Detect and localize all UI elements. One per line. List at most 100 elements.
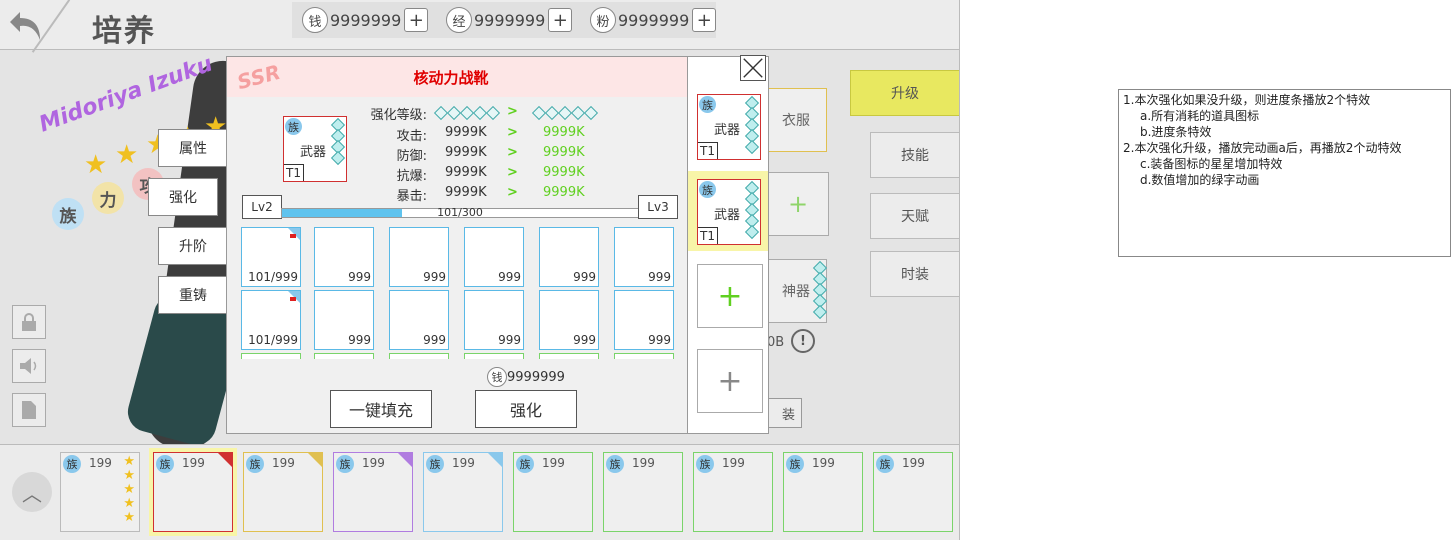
add-fans-button[interactable]: + [692, 8, 717, 32]
material-count: 999 [498, 333, 521, 347]
material-count: 999 [648, 270, 671, 284]
material-item[interactable]: 999 [539, 227, 599, 287]
exp-value: 9999999 [474, 10, 546, 30]
material-item[interactable]: 101/999 [241, 290, 301, 350]
equip-icon-large: 族 武器 T1 [283, 116, 347, 182]
item-name: 核动力战靴 [413, 69, 489, 87]
add-equip-button[interactable]: + [697, 264, 763, 328]
menu-advance-button[interactable]: 升阶 [158, 227, 228, 265]
equip-tier: T1 [698, 227, 718, 244]
material-item[interactable]: 999 [464, 290, 524, 350]
character-card[interactable]: 族 199 [333, 452, 413, 532]
material-item[interactable]: 999 [614, 227, 674, 287]
material-item[interactable]: 999 [614, 290, 674, 350]
card-level: 199 [902, 456, 925, 470]
material-grid[interactable]: 101/999 999 999 999 999 999 101/999 999 999 999 99… [241, 227, 675, 359]
menu-attributes-button[interactable]: 属性 [158, 129, 228, 167]
character-card[interactable]: 族 199 ★ ★ ★ ★ ★ [60, 452, 140, 532]
document-icon[interactable] [12, 393, 46, 427]
rarity-corner [488, 453, 502, 467]
material-item-empty[interactable] [464, 353, 524, 359]
stat-defense-current: 9999K [445, 145, 487, 160]
currency-money: 钱 9999999 + [302, 7, 429, 33]
material-item-empty[interactable] [314, 353, 374, 359]
character-card[interactable]: 族 199 [243, 452, 323, 532]
character-card[interactable]: 族 199 [603, 452, 683, 532]
note-line: b.进度条特效 [1140, 125, 1212, 139]
side-equip-2[interactable]: 族 武器 T1 [697, 179, 761, 245]
material-item[interactable]: 999 [389, 227, 449, 287]
material-count: 999 [423, 333, 446, 347]
tab-costume[interactable]: 时装 [870, 251, 959, 297]
note-line: a.所有消耗的道具图标 [1140, 109, 1260, 123]
attr-clan-badge: 族 [52, 198, 84, 230]
menu-enhance-button[interactable]: 强化 [148, 178, 218, 216]
tab-skills[interactable]: 技能 [870, 132, 959, 178]
material-count: 999 [348, 270, 371, 284]
close-icon[interactable] [740, 55, 766, 81]
note-line: c.装备图标的星星增加特效 [1140, 157, 1283, 171]
note-line: 1.本次强化如果没升级，则进度条播放2个特效 [1123, 93, 1371, 107]
clan-tag: 族 [426, 455, 444, 473]
material-item[interactable]: 999 [314, 290, 374, 350]
enhance-button[interactable]: 强化 [475, 390, 577, 428]
character-card[interactable]: 族 199 [513, 452, 593, 532]
equip-stars [744, 180, 760, 240]
card-level: 199 [89, 456, 112, 470]
stat-crit-current: 9999K [445, 185, 487, 200]
stat-label-crit: 暴击: [396, 189, 427, 204]
enhance-cost-value: 9999999 [507, 369, 565, 385]
stat-label-attack: 攻击: [396, 129, 427, 144]
material-count: 999 [498, 270, 521, 284]
add-slot-button[interactable]: + [767, 172, 829, 236]
material-item-empty[interactable] [389, 353, 449, 359]
fans-icon: 粉 [590, 7, 616, 33]
material-count: 101/999 [248, 270, 298, 284]
lock-icon[interactable] [12, 305, 46, 339]
material-item[interactable]: 101/999 [241, 227, 301, 287]
rarity-corner [308, 453, 322, 467]
character-card[interactable]: 族 199 [423, 452, 503, 532]
design-notes: 1.本次强化如果没升级，则进度条播放2个特效 a.所有消耗的道具图标 b.进度条特效… [1118, 89, 1451, 257]
clan-tag: 族 [516, 455, 534, 473]
material-item-empty[interactable] [614, 353, 674, 359]
tab-talent[interactable]: 天赋 [870, 193, 959, 239]
menu-reforge-button[interactable]: 重铸 [158, 276, 228, 314]
add-exp-button[interactable]: + [548, 8, 573, 32]
stat-label-level: 强化等级: [370, 108, 427, 123]
character-card[interactable]: 族 199 [153, 452, 233, 532]
add-money-button[interactable]: + [404, 8, 429, 32]
star-icon: ★ [123, 496, 135, 511]
material-item[interactable]: 999 [539, 290, 599, 350]
level-from: Lv2 [242, 195, 282, 219]
character-card[interactable]: 族 199 [873, 452, 953, 532]
level-stars-current [433, 105, 501, 121]
character-card[interactable]: 族 199 [783, 452, 863, 532]
material-item-empty[interactable] [539, 353, 599, 359]
add-equip-button[interactable]: + [697, 349, 763, 413]
clothes-slot[interactable]: 衣服 [765, 88, 827, 152]
note-line: 2.本次强化升级，播放完动画a后，再播放2个动特效 [1123, 141, 1402, 155]
speaker-icon[interactable] [12, 349, 46, 383]
exp-icon: 经 [446, 7, 472, 33]
chevron-up-icon[interactable]: ︿ [12, 472, 52, 512]
side-equip-1[interactable]: 族 武器 T1 [697, 94, 761, 160]
equip-stars [330, 117, 346, 166]
material-item[interactable]: 999 [389, 290, 449, 350]
material-item[interactable]: 999 [314, 227, 374, 287]
stat-attack-next: 9999K [543, 125, 585, 140]
material-item[interactable]: 999 [464, 227, 524, 287]
material-item-empty[interactable] [241, 353, 301, 359]
auto-fill-button[interactable]: 一键填充 [330, 390, 432, 428]
character-card[interactable]: 族 199 [693, 452, 773, 532]
material-count: 999 [348, 333, 371, 347]
rarity-corner [218, 453, 232, 467]
info-icon[interactable]: ! [791, 329, 815, 353]
page-title: 培养 [92, 14, 156, 49]
clan-tag: 族 [285, 118, 302, 135]
tab-upgrade[interactable]: 升级 [850, 70, 959, 116]
arrow-icon: > [507, 125, 518, 140]
equip-name: 武器 [714, 208, 741, 223]
enhance-cost: 钱 9999999 [487, 367, 565, 387]
currency-exp: 经 9999999 + [446, 7, 573, 33]
